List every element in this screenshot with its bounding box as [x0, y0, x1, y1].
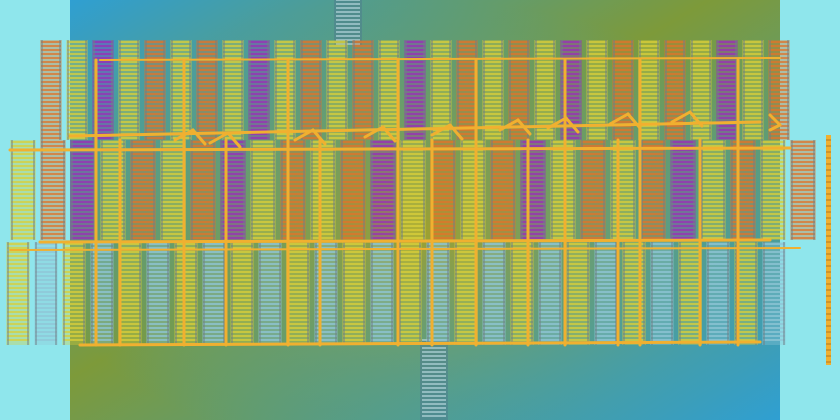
top-array-column	[144, 40, 166, 140]
middle-array-column	[40, 140, 66, 240]
middle-array-column	[250, 140, 276, 240]
middle-array-column	[10, 140, 36, 240]
middle-array	[10, 140, 816, 240]
redstone-wire	[8, 146, 792, 152]
middle-array-column	[490, 140, 516, 240]
bottom-array-column	[510, 242, 534, 345]
circuit-scene	[0, 0, 840, 420]
bottom-array-column	[314, 242, 338, 345]
middle-array-column	[640, 140, 666, 240]
bottom-array-column	[482, 242, 506, 345]
middle-array-column	[310, 140, 336, 240]
redstone-wire	[38, 238, 772, 244]
bottom-array-column	[426, 242, 450, 345]
middle-array-column	[430, 140, 456, 240]
middle-array-column	[370, 140, 396, 240]
middle-array-column	[70, 140, 96, 240]
game-viewport[interactable]	[0, 0, 840, 420]
middle-array-column	[400, 140, 426, 240]
middle-array-column	[670, 140, 696, 240]
bottom-array-column	[594, 242, 618, 345]
bottom-array-column	[146, 242, 170, 345]
top-array-column	[170, 40, 192, 140]
middle-array-column	[610, 140, 636, 240]
middle-array-column	[130, 140, 156, 240]
bottom-array-column	[622, 242, 646, 345]
middle-array-column	[700, 140, 726, 240]
middle-array-column	[340, 140, 366, 240]
middle-array-column	[580, 140, 606, 240]
top-array-column	[482, 40, 504, 140]
bottom-array-column	[202, 242, 226, 345]
top-array-column	[66, 40, 88, 140]
bottom-array-column	[762, 242, 786, 345]
top-array-column	[742, 40, 764, 140]
bottom-array-column	[370, 242, 394, 345]
bottom-array-column	[62, 242, 86, 345]
top-array-column	[404, 40, 426, 140]
bottom-array-column	[342, 242, 366, 345]
middle-array-column	[760, 140, 786, 240]
middle-array-column	[520, 140, 546, 240]
middle-array-column	[190, 140, 216, 240]
bottom-array-column	[6, 242, 30, 345]
bottom-array-column	[258, 242, 282, 345]
middle-array-column	[790, 140, 816, 240]
top-array-column	[352, 40, 374, 140]
top-array-column	[248, 40, 270, 140]
middle-array-column	[550, 140, 576, 240]
south-tower	[420, 339, 448, 420]
bottom-array-column	[34, 242, 58, 345]
bottom-array-column	[230, 242, 254, 345]
bottom-array-column	[566, 242, 590, 345]
middle-array-column	[730, 140, 756, 240]
middle-array-column	[460, 140, 486, 240]
bottom-array-column	[678, 242, 702, 345]
bottom-array-column	[286, 242, 310, 345]
north-tower	[334, 0, 362, 45]
top-array-column	[196, 40, 218, 140]
middle-array-column	[220, 140, 246, 240]
top-array-column	[222, 40, 244, 140]
top-array-column	[274, 40, 296, 140]
bottom-array-column	[706, 242, 730, 345]
top-array-column	[326, 40, 348, 140]
middle-array-column	[100, 140, 126, 240]
bottom-array-column	[538, 242, 562, 345]
top-array-column	[40, 40, 62, 140]
top-array-column	[300, 40, 322, 140]
bottom-array-column	[90, 242, 114, 345]
top-array-column	[118, 40, 140, 140]
bottom-array-column	[118, 242, 142, 345]
bottom-array-column	[398, 242, 422, 345]
middle-array-column	[160, 140, 186, 240]
bottom-array-column	[650, 242, 674, 345]
middle-array-column	[280, 140, 306, 240]
top-array-column	[716, 40, 738, 140]
right-edge-pole	[826, 135, 831, 365]
bottom-array-column	[454, 242, 478, 345]
bottom-array-column	[174, 242, 198, 345]
